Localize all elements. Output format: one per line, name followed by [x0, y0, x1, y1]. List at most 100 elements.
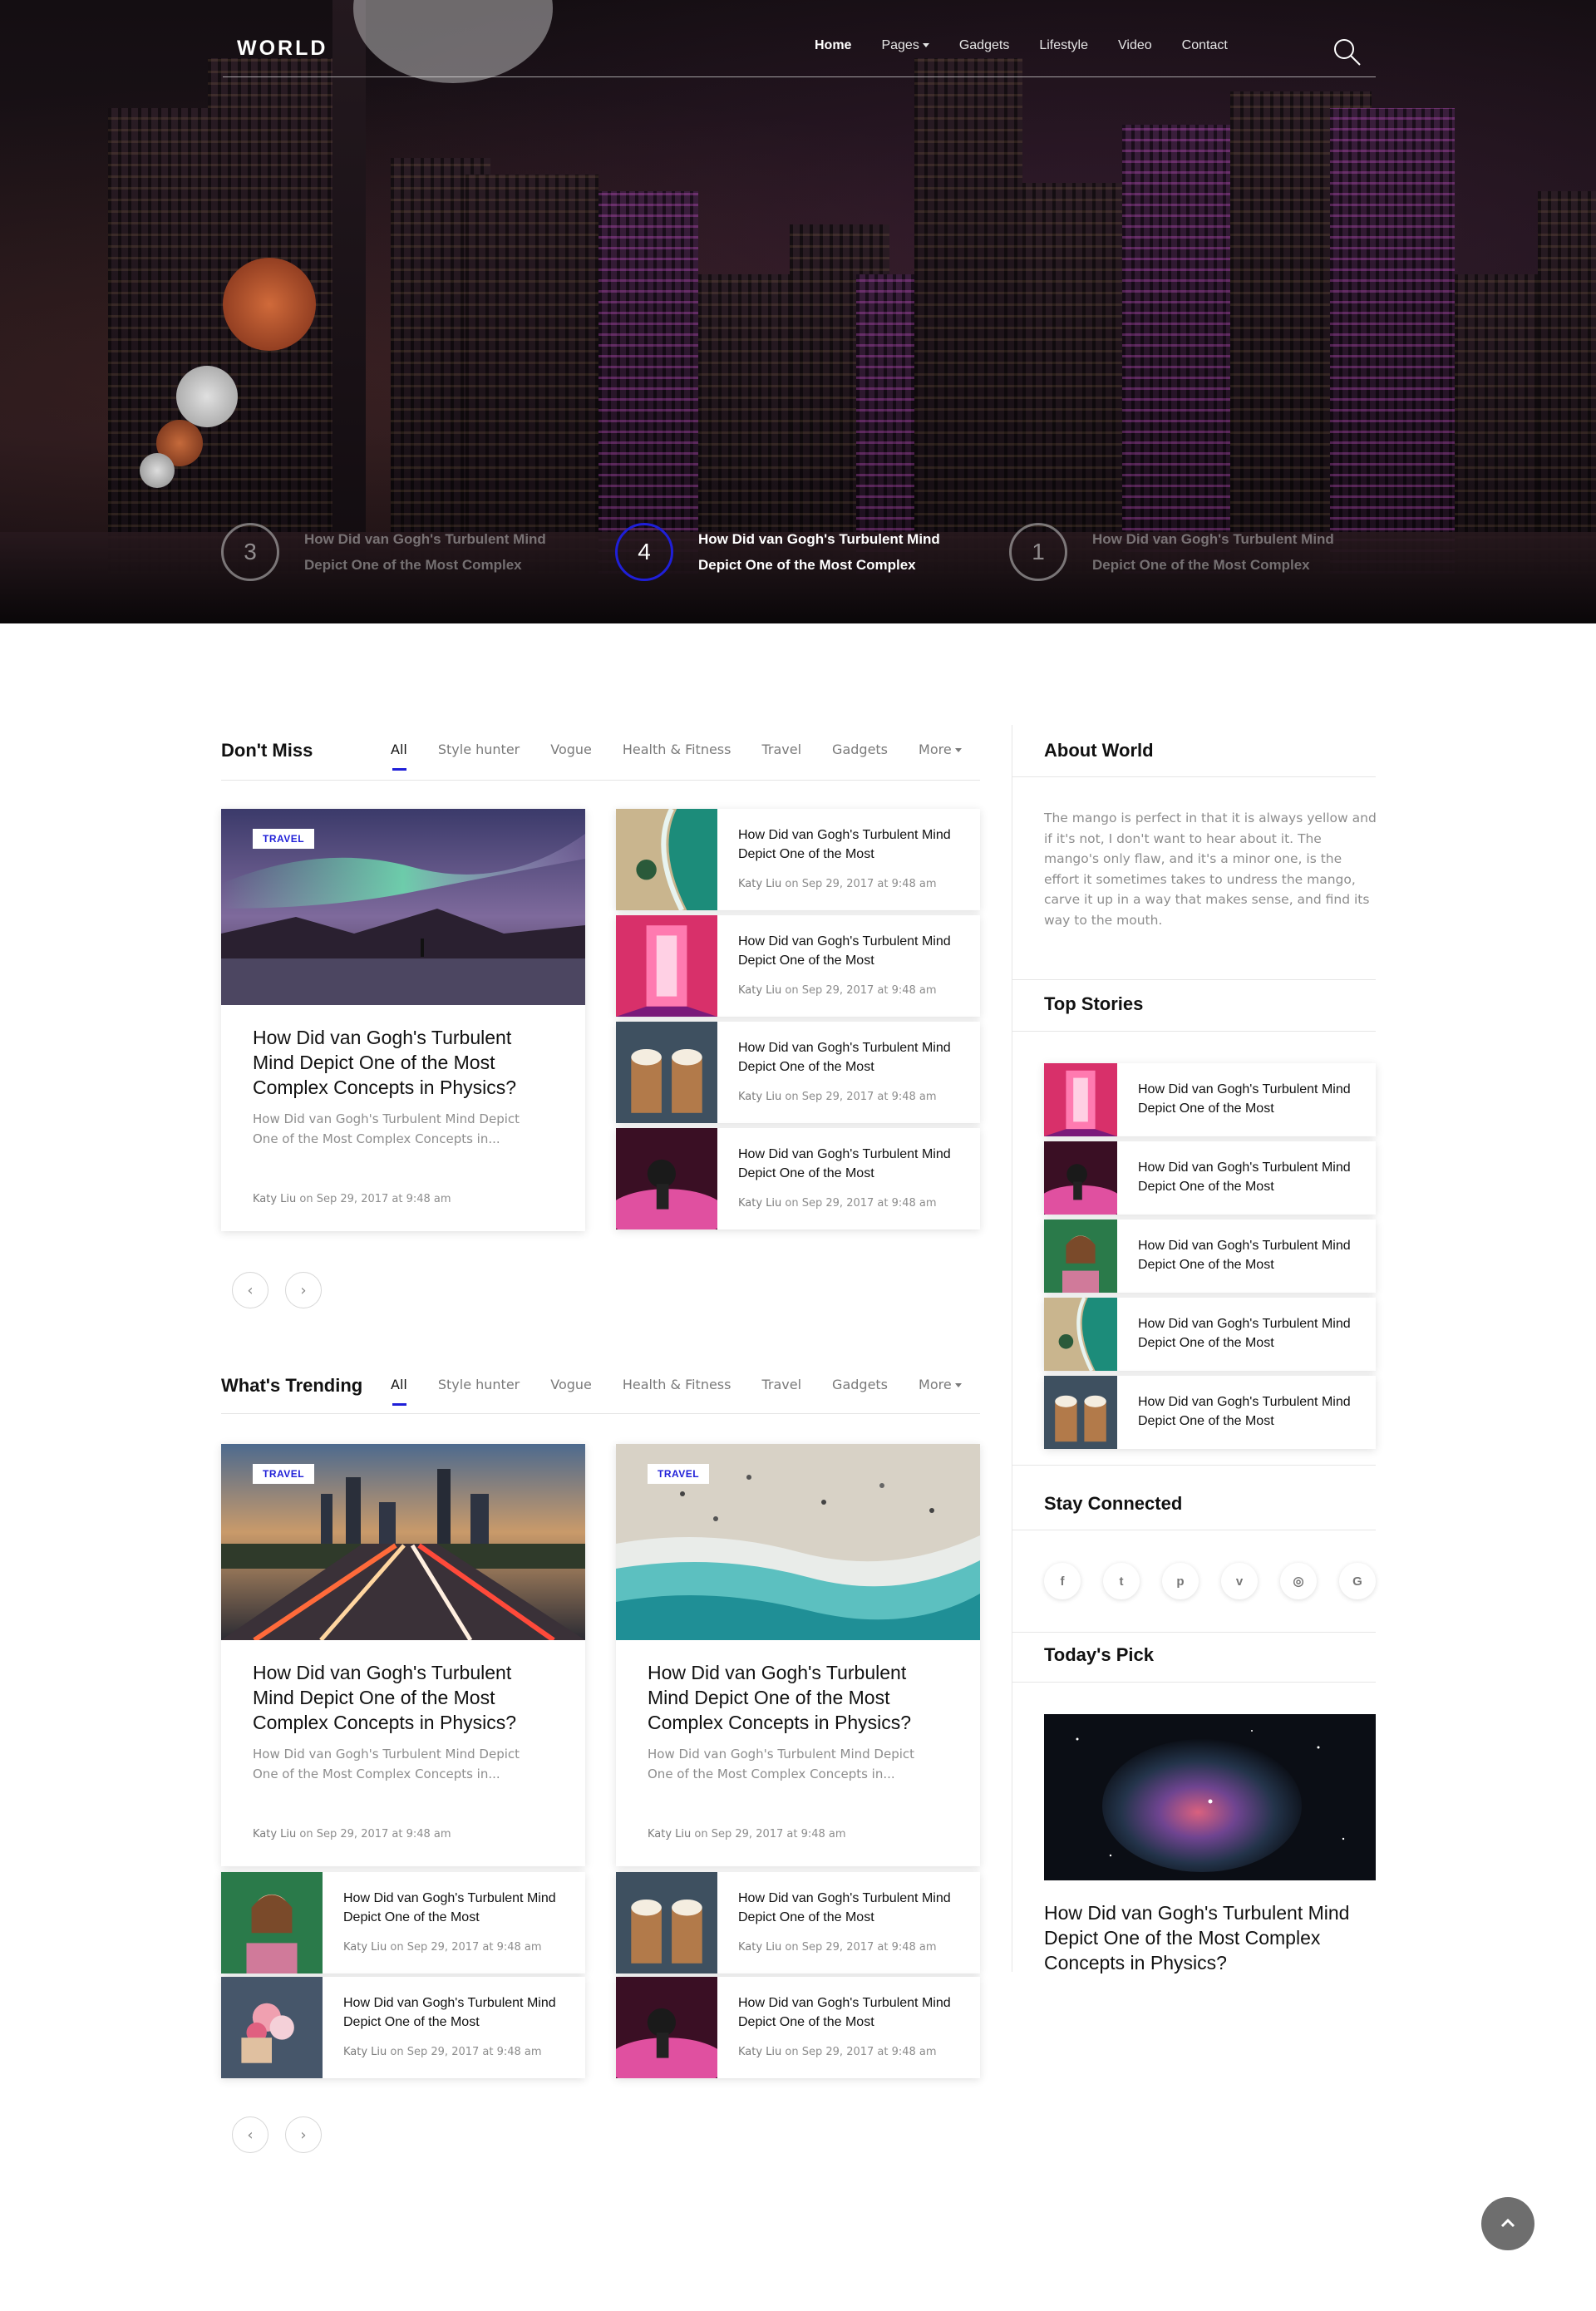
author-name[interactable]: Katy Liu [343, 2046, 387, 2058]
post-title[interactable]: How Did van Gogh's Turbulent Mind Depict… [343, 1993, 576, 2032]
author-name[interactable]: Katy Liu [343, 1941, 387, 1954]
list-item[interactable]: How Did van Gogh's Turbulent Mind Depict… [221, 1977, 585, 2078]
trending-feature-card-2[interactable]: TRAVEL How Did van Gogh's Turbulent Mind… [616, 1444, 980, 1866]
author-name[interactable]: Katy Liu [648, 1828, 691, 1840]
nav-item-pages[interactable]: Pages [881, 38, 929, 60]
post-meta: Katy Liu on Sep 29, 2017 at 9:48 am [738, 1091, 937, 1103]
tab-style-hunter[interactable]: Style hunter [438, 1377, 520, 1392]
author-name[interactable]: Katy Liu [738, 1941, 781, 1954]
tab-style-hunter[interactable]: Style hunter [438, 742, 520, 757]
pinterest-icon[interactable]: p [1162, 1563, 1199, 1599]
author-name[interactable]: Katy Liu [253, 1828, 296, 1840]
vimeo-icon[interactable]: v [1221, 1563, 1258, 1599]
post-thumbnail[interactable] [616, 915, 717, 1017]
site-logo[interactable]: WORLD [237, 37, 328, 61]
feature-title[interactable]: How Did van Gogh's Turbulent Mind Depict… [253, 1025, 544, 1100]
author-name[interactable]: Katy Liu [738, 878, 781, 890]
nav-item-lifestyle[interactable]: Lifestyle [1039, 38, 1088, 60]
tab-health-fitness[interactable]: Health & Fitness [623, 742, 732, 757]
next-arrow-button[interactable]: › [285, 1272, 322, 1308]
post-thumbnail[interactable] [1044, 1063, 1117, 1136]
post-title[interactable]: How Did van Gogh's Turbulent Mind Depict… [738, 1889, 971, 1927]
tab-all[interactable]: All [391, 742, 407, 771]
post-title[interactable]: How Did van Gogh's Turbulent Mind Depict… [1138, 1236, 1362, 1274]
post-title[interactable]: How Did van Gogh's Turbulent Mind Depict… [343, 1889, 576, 1927]
post-title[interactable]: How Did van Gogh's Turbulent Mind Depict… [738, 932, 971, 970]
post-thumbnail[interactable] [1044, 1141, 1117, 1215]
post-thumbnail[interactable] [616, 1977, 717, 2078]
nav-item-video[interactable]: Video [1118, 38, 1152, 60]
feature-card[interactable]: TRAVEL How Did van Gogh's Turbulent Mind… [221, 809, 585, 1231]
tab-travel[interactable]: Travel [761, 1377, 801, 1392]
instagram-icon[interactable]: ◎ [1280, 1563, 1317, 1599]
post-title[interactable]: How Did van Gogh's Turbulent Mind Depict… [738, 1145, 971, 1183]
post-thumbnail[interactable] [616, 1128, 717, 1229]
post-title[interactable]: How Did van Gogh's Turbulent Mind Depict… [1138, 1158, 1362, 1196]
list-item[interactable]: How Did van Gogh's Turbulent Mind Depict… [221, 1872, 585, 1973]
post-thumbnail[interactable] [616, 809, 717, 910]
tab-gadgets[interactable]: Gadgets [832, 1377, 888, 1392]
author-name[interactable]: Katy Liu [738, 1091, 781, 1103]
next-arrow-button[interactable]: › [285, 2116, 322, 2153]
list-item[interactable]: How Did van Gogh's Turbulent Mind Depict… [616, 1022, 980, 1123]
tab-health-fitness[interactable]: Health & Fitness [623, 1377, 732, 1392]
author-name[interactable]: Katy Liu [738, 1197, 781, 1210]
post-title[interactable]: How Did van Gogh's Turbulent Mind Depict… [738, 1993, 971, 2032]
category-badge[interactable]: TRAVEL [253, 1464, 315, 1484]
slide-indicator-2[interactable]: 4 How Did van Gogh's Turbulent Mind Depic… [615, 522, 973, 582]
search-icon[interactable] [1333, 38, 1362, 67]
post-thumbnail[interactable] [1044, 1298, 1117, 1371]
facebook-icon[interactable]: f [1044, 1563, 1081, 1599]
prev-arrow-button[interactable]: ‹ [232, 1272, 268, 1308]
google-icon[interactable]: G [1339, 1563, 1376, 1599]
twitter-icon[interactable]: t [1103, 1563, 1140, 1599]
post-thumbnail[interactable] [616, 1022, 717, 1123]
prev-arrow-button[interactable]: ‹ [232, 2116, 268, 2153]
tab-vogue[interactable]: Vogue [550, 1377, 592, 1392]
trending-feature-card-1[interactable]: TRAVEL How Did van Gogh's Turbulent Mind… [221, 1444, 585, 1866]
todays-pick-caption[interactable]: How Did van Gogh's Turbulent Mind Depict… [1044, 1900, 1376, 1975]
top-story-item[interactable]: How Did van Gogh's Turbulent Mind Depict… [1044, 1063, 1376, 1136]
post-title[interactable]: How Did van Gogh's Turbulent Mind Depict… [738, 1038, 971, 1077]
nav-item-gadgets[interactable]: Gadgets [959, 38, 1009, 60]
list-item[interactable]: How Did van Gogh's Turbulent Mind Depict… [616, 1128, 980, 1229]
post-title[interactable]: How Did van Gogh's Turbulent Mind Depict… [738, 825, 971, 864]
post-thumbnail[interactable] [616, 1872, 717, 1973]
post-thumbnail[interactable] [1044, 1220, 1117, 1293]
slide-indicator-3[interactable]: 1 How Did van Gogh's Turbulent Mind Depic… [1009, 522, 1367, 582]
author-name[interactable]: Katy Liu [253, 1193, 296, 1205]
post-date: on Sep 29, 2017 at 9:48 am [694, 1828, 846, 1840]
post-title[interactable]: How Did van Gogh's Turbulent Mind Depict… [1138, 1314, 1362, 1353]
category-badge[interactable]: TRAVEL [648, 1464, 710, 1484]
list-item[interactable]: How Did van Gogh's Turbulent Mind Depict… [616, 1872, 980, 1973]
feature-title[interactable]: How Did van Gogh's Turbulent Mind Depict… [648, 1660, 938, 1735]
top-story-item[interactable]: How Did van Gogh's Turbulent Mind Depict… [1044, 1141, 1376, 1215]
tab-all[interactable]: All [391, 1377, 407, 1406]
nebula-image[interactable] [1044, 1714, 1376, 1880]
author-name[interactable]: Katy Liu [738, 2046, 781, 2058]
post-thumbnail[interactable] [221, 1872, 323, 1973]
tab-gadgets[interactable]: Gadgets [832, 742, 888, 757]
post-thumbnail[interactable] [1044, 1376, 1117, 1449]
top-story-item[interactable]: How Did van Gogh's Turbulent Mind Depict… [1044, 1376, 1376, 1449]
list-item[interactable]: How Did van Gogh's Turbulent Mind Depict… [616, 809, 980, 910]
slide-indicator-1[interactable]: 3 How Did van Gogh's Turbulent Mind Depic… [221, 522, 579, 582]
tab-more[interactable]: More [919, 1377, 962, 1392]
top-story-item[interactable]: How Did van Gogh's Turbulent Mind Depict… [1044, 1298, 1376, 1371]
feature-title[interactable]: How Did van Gogh's Turbulent Mind Depict… [253, 1660, 544, 1735]
tab-travel[interactable]: Travel [761, 742, 801, 757]
post-title[interactable]: How Did van Gogh's Turbulent Mind Depict… [1138, 1080, 1362, 1118]
post-meta: Katy Liu on Sep 29, 2017 at 9:48 am [343, 2046, 542, 2058]
top-story-item[interactable]: How Did van Gogh's Turbulent Mind Depict… [1044, 1220, 1376, 1293]
tab-vogue[interactable]: Vogue [550, 742, 592, 757]
post-thumbnail[interactable] [221, 1977, 323, 2078]
post-title[interactable]: How Did van Gogh's Turbulent Mind Depict… [1138, 1392, 1362, 1431]
back-to-top-button[interactable] [1481, 2197, 1534, 2250]
list-item[interactable]: How Did van Gogh's Turbulent Mind Depict… [616, 915, 980, 1017]
category-badge[interactable]: TRAVEL [253, 829, 315, 849]
nav-item-home[interactable]: Home [815, 38, 851, 60]
list-item[interactable]: How Did van Gogh's Turbulent Mind Depict… [616, 1977, 980, 2078]
nav-item-contact[interactable]: Contact [1182, 38, 1228, 60]
author-name[interactable]: Katy Liu [738, 984, 781, 997]
tab-more[interactable]: More [919, 742, 962, 757]
